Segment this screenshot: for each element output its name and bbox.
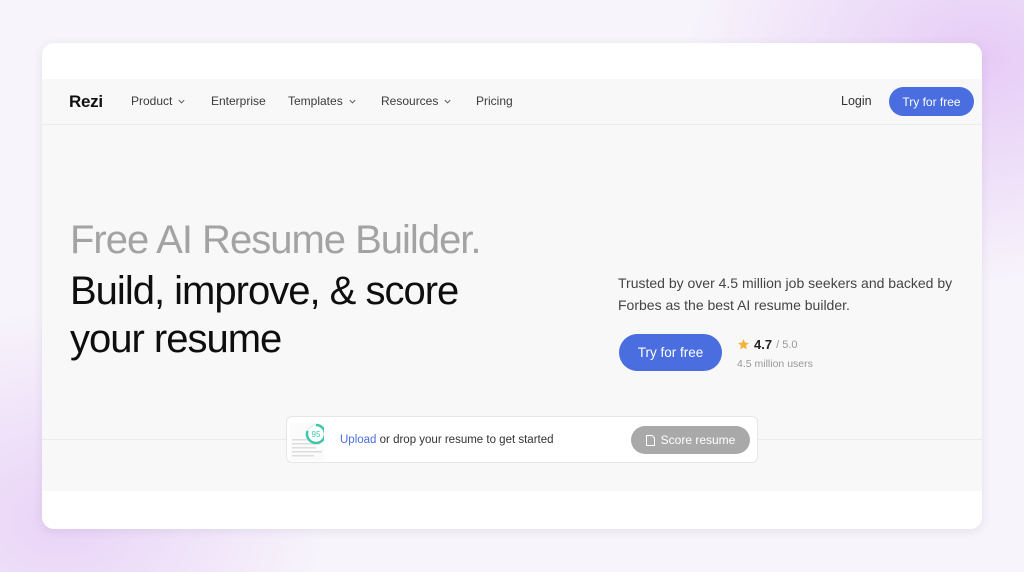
nav-item-product[interactable]: Product	[131, 94, 186, 108]
chevron-down-icon	[349, 99, 356, 104]
upload-instructions: Upload or drop your resume to get starte…	[340, 434, 554, 446]
upload-link[interactable]: Upload	[340, 434, 376, 446]
upload-dropzone[interactable]: 95 Upload or drop your resume to get sta…	[286, 416, 758, 463]
nav-item-pricing[interactable]: Pricing	[476, 94, 513, 108]
page-content: Rezi Product Enterprise Templates Resour…	[42, 79, 982, 491]
nav-item-enterprise[interactable]: Enterprise	[211, 94, 266, 108]
trust-text: Trusted by over 4.5 million job seekers …	[618, 275, 953, 313]
chevron-down-icon	[178, 99, 185, 104]
rating-max: / 5.0	[776, 338, 798, 351]
rezi-logo[interactable]: Rezi	[69, 92, 103, 112]
score-resume-button[interactable]: Score resume	[631, 426, 750, 454]
rating-block: 4.7 / 5.0 4.5 million users	[737, 337, 813, 370]
upload-text: or drop your resume to get started	[376, 434, 554, 446]
rating-value: 4.7	[754, 337, 773, 352]
nav-try-free-button[interactable]: Try for free	[889, 87, 974, 116]
nav-item-label: Pricing	[476, 94, 513, 108]
login-link[interactable]: Login	[841, 94, 872, 108]
nav-item-label: Enterprise	[211, 94, 266, 108]
file-icon	[645, 434, 655, 446]
nav-item-label: Templates	[288, 94, 343, 108]
resume-score-thumbnail: 95	[290, 423, 324, 461]
score-resume-label: Score resume	[660, 433, 736, 447]
browser-frame: Rezi Product Enterprise Templates Resour…	[42, 43, 982, 529]
nav-item-resources[interactable]: Resources	[381, 94, 452, 108]
headline-black: Build, improve, & score your resume	[70, 269, 459, 361]
rating-users: 4.5 million users	[737, 358, 813, 370]
score-badge: 95	[312, 430, 321, 439]
hero-try-free-button[interactable]: Try for free	[619, 334, 722, 371]
headline-grey: Free AI Resume Builder.	[70, 218, 482, 262]
chevron-down-icon	[444, 99, 451, 104]
nav-item-label: Product	[131, 94, 173, 108]
nav-item-templates[interactable]: Templates	[288, 94, 357, 108]
star-icon	[738, 339, 749, 350]
nav-item-label: Resources	[381, 94, 439, 108]
top-nav: Rezi Product Enterprise Templates Resour…	[42, 79, 982, 125]
